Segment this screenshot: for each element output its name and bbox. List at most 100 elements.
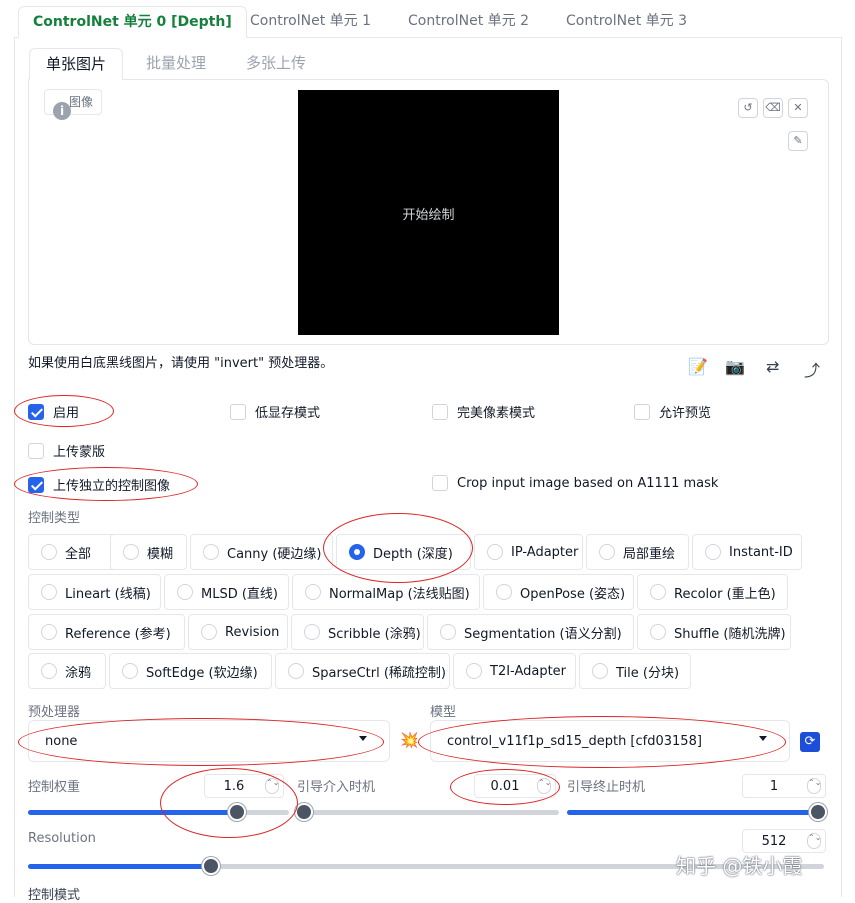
control-type-option[interactable]: OpenPose (姿态) <box>483 574 634 610</box>
radio-button[interactable] <box>440 624 456 640</box>
radio-button[interactable] <box>304 624 320 640</box>
control-type-option[interactable]: Canny (硬边缘) <box>190 534 333 570</box>
radio-button[interactable] <box>41 584 57 600</box>
tab-batch[interactable]: 批量处理 <box>130 48 222 80</box>
enable-checkbox[interactable]: 启用 <box>28 402 79 421</box>
undo-icon[interactable]: ↺ <box>738 98 758 118</box>
chevron-down-icon <box>359 736 367 741</box>
weight-slider[interactable] <box>28 803 289 821</box>
drawing-canvas[interactable]: 开始绘制 <box>298 90 559 335</box>
preprocessor-dropdown[interactable]: none <box>28 720 390 762</box>
preprocessor-value: none <box>45 733 78 749</box>
send-icon[interactable]: ⤴ <box>804 357 820 381</box>
end-slider[interactable] <box>567 803 827 821</box>
radio-button[interactable] <box>599 544 615 560</box>
resolution-slider-thumb[interactable] <box>202 857 221 875</box>
tab-unit-3[interactable]: ControlNet 单元 3 <box>552 6 701 38</box>
pixel-perfect-checkbox[interactable]: 完美像素模式 <box>432 402 535 421</box>
radio-button[interactable] <box>203 544 219 560</box>
control-type-option[interactable]: Scribble (涂鸦) <box>291 614 424 650</box>
tab-unit-0[interactable]: ControlNet 单元 0 [Depth] <box>18 6 247 38</box>
start-slider[interactable] <box>294 803 559 821</box>
control-type-option[interactable]: Depth (深度) <box>336 534 471 570</box>
crop-input-checkbox[interactable]: Crop input image based on A1111 mask <box>432 475 718 491</box>
enable-label: 启用 <box>53 406 80 421</box>
radio-button[interactable] <box>122 663 138 679</box>
radio-button[interactable] <box>201 624 217 640</box>
info-icon[interactable]: i <box>53 102 71 120</box>
radio-button[interactable] <box>123 544 139 560</box>
brush-icon[interactable]: ✎ <box>788 131 808 151</box>
radio-button[interactable] <box>288 663 304 679</box>
control-type-option[interactable]: Reference (参考) <box>28 614 185 650</box>
radio-button[interactable] <box>349 544 365 560</box>
control-type-option[interactable]: SparseCtrl (稀疏控制) <box>275 653 450 689</box>
weight-input[interactable]: 1.6 ⌃⌄ <box>204 774 284 798</box>
radio-button[interactable] <box>650 624 666 640</box>
radio-button[interactable] <box>650 584 666 600</box>
allow-preview-checkbox[interactable]: 允许预览 <box>634 402 711 421</box>
radio-button[interactable] <box>705 544 721 560</box>
start-slider-thumb[interactable] <box>294 803 313 821</box>
radio-button[interactable] <box>41 624 57 640</box>
weight-slider-thumb[interactable] <box>227 803 246 821</box>
upload-independent-checkbox[interactable]: 上传独立的控制图像 <box>28 475 170 494</box>
control-type-option[interactable]: IP-Adapter <box>474 534 583 570</box>
crop-input-checkbox-box[interactable] <box>432 475 448 491</box>
control-type-option[interactable]: Shuffle (随机洗牌) <box>637 614 791 650</box>
upload-mask-checkbox[interactable]: 上传蒙版 <box>28 441 105 460</box>
control-type-option[interactable]: 模糊 <box>110 534 187 570</box>
radio-button[interactable] <box>487 544 503 560</box>
spinner-icon[interactable]: ⌃⌄ <box>265 778 279 794</box>
crop-input-label: Crop input image based on A1111 mask <box>457 475 719 491</box>
radio-button[interactable] <box>177 584 193 600</box>
low-vram-checkbox[interactable]: 低显存模式 <box>230 402 320 421</box>
control-type-option[interactable]: Tile (分块) <box>579 653 691 689</box>
notepad-icon[interactable]: 📝 <box>688 357 708 376</box>
radio-button[interactable] <box>466 663 482 679</box>
control-type-option[interactable]: Segmentation (语义分割) <box>427 614 634 650</box>
weight-value: 1.6 <box>223 778 245 794</box>
allow-preview-checkbox-box[interactable] <box>634 403 650 420</box>
model-dropdown[interactable]: control_v11f1p_sd15_depth [cfd03158] <box>430 720 790 762</box>
eraser-icon[interactable]: ⌫ <box>763 98 783 118</box>
spinner-icon[interactable]: ⌃⌄ <box>807 778 821 794</box>
control-type-option[interactable]: Lineart (线稿) <box>28 574 161 610</box>
control-type-option[interactable]: T2I-Adapter <box>453 653 576 689</box>
low-vram-checkbox-box[interactable] <box>230 403 246 420</box>
control-type-option[interactable]: NormalMap (法线贴图) <box>292 574 480 610</box>
explosion-icon[interactable]: 💥 <box>400 731 419 749</box>
swap-icon[interactable]: ⇄ <box>766 357 779 376</box>
end-input[interactable]: 1 ⌃⌄ <box>742 774 826 798</box>
spinner-icon[interactable]: ⌃⌄ <box>537 778 551 794</box>
radio-button[interactable] <box>496 584 512 600</box>
tab-single-image[interactable]: 单张图片 <box>29 48 124 80</box>
refresh-icon[interactable]: ⟳ <box>800 732 820 752</box>
radio-button[interactable] <box>305 584 321 600</box>
tab-multi-upload[interactable]: 多张上传 <box>230 48 322 80</box>
control-type-option[interactable]: SoftEdge (软边缘) <box>109 653 272 689</box>
spinner-icon[interactable]: ⌃⌄ <box>807 833 821 849</box>
close-icon[interactable]: ✕ <box>788 98 808 118</box>
camera-icon[interactable]: 📷 <box>725 357 745 376</box>
control-type-option[interactable]: Revision <box>188 614 288 650</box>
preprocessor-label: 预处理器 <box>28 705 81 720</box>
radio-button[interactable] <box>41 663 57 679</box>
radio-button[interactable] <box>41 544 57 560</box>
upload-independent-checkbox-box[interactable] <box>28 476 44 493</box>
end-slider-thumb[interactable] <box>809 803 827 821</box>
tab-unit-2[interactable]: ControlNet 单元 2 <box>394 6 543 38</box>
control-type-option[interactable]: 局部重绘 <box>586 534 689 570</box>
control-type-option[interactable]: Recolor (重上色) <box>637 574 788 610</box>
pixel-perfect-checkbox-box[interactable] <box>432 403 448 420</box>
enable-checkbox-box[interactable] <box>28 403 44 420</box>
upload-mask-checkbox-box[interactable] <box>28 442 44 459</box>
tab-unit-1[interactable]: ControlNet 单元 1 <box>236 6 385 38</box>
control-type-option[interactable]: Instant-ID <box>692 534 802 570</box>
radio-button[interactable] <box>592 663 608 679</box>
control-type-label: 控制类型 <box>28 511 81 526</box>
start-input[interactable]: 0.01 ⌃⌄ <box>474 774 556 798</box>
control-type-option[interactable]: MLSD (直线) <box>164 574 289 610</box>
control-type-option[interactable]: 全部 <box>28 534 118 570</box>
control-type-option[interactable]: 涂鸦 <box>28 653 106 689</box>
